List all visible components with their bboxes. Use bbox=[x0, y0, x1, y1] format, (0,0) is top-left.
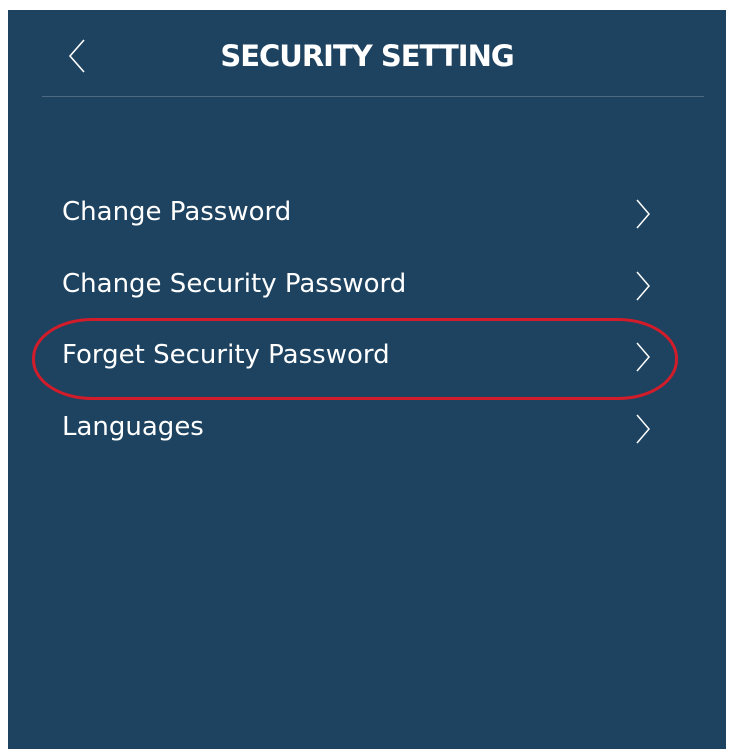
security-setting-screen: SECURITY SETTING Change Password Change … bbox=[8, 10, 726, 749]
menu-item-label: Change Password bbox=[62, 197, 292, 227]
header-divider bbox=[42, 96, 704, 97]
chevron-right-icon bbox=[634, 413, 652, 445]
menu-item-languages[interactable]: Languages bbox=[8, 391, 726, 463]
header: SECURITY SETTING bbox=[8, 10, 726, 96]
menu-item-label: Forget Security Password bbox=[62, 340, 390, 370]
menu-item-label: Change Security Password bbox=[62, 268, 407, 299]
menu-item-forget-security-password[interactable]: Forget Security Password bbox=[8, 319, 726, 391]
settings-menu: Change Password Change Security Password… bbox=[8, 176, 726, 462]
menu-item-change-security-password[interactable]: Change Security Password bbox=[8, 248, 726, 320]
chevron-right-icon bbox=[634, 270, 652, 302]
menu-item-label: Languages bbox=[62, 411, 204, 442]
chevron-right-icon bbox=[634, 198, 652, 230]
menu-item-change-password[interactable]: Change Password bbox=[8, 176, 726, 248]
page-title: SECURITY SETTING bbox=[220, 39, 514, 73]
chevron-right-icon bbox=[634, 341, 652, 373]
